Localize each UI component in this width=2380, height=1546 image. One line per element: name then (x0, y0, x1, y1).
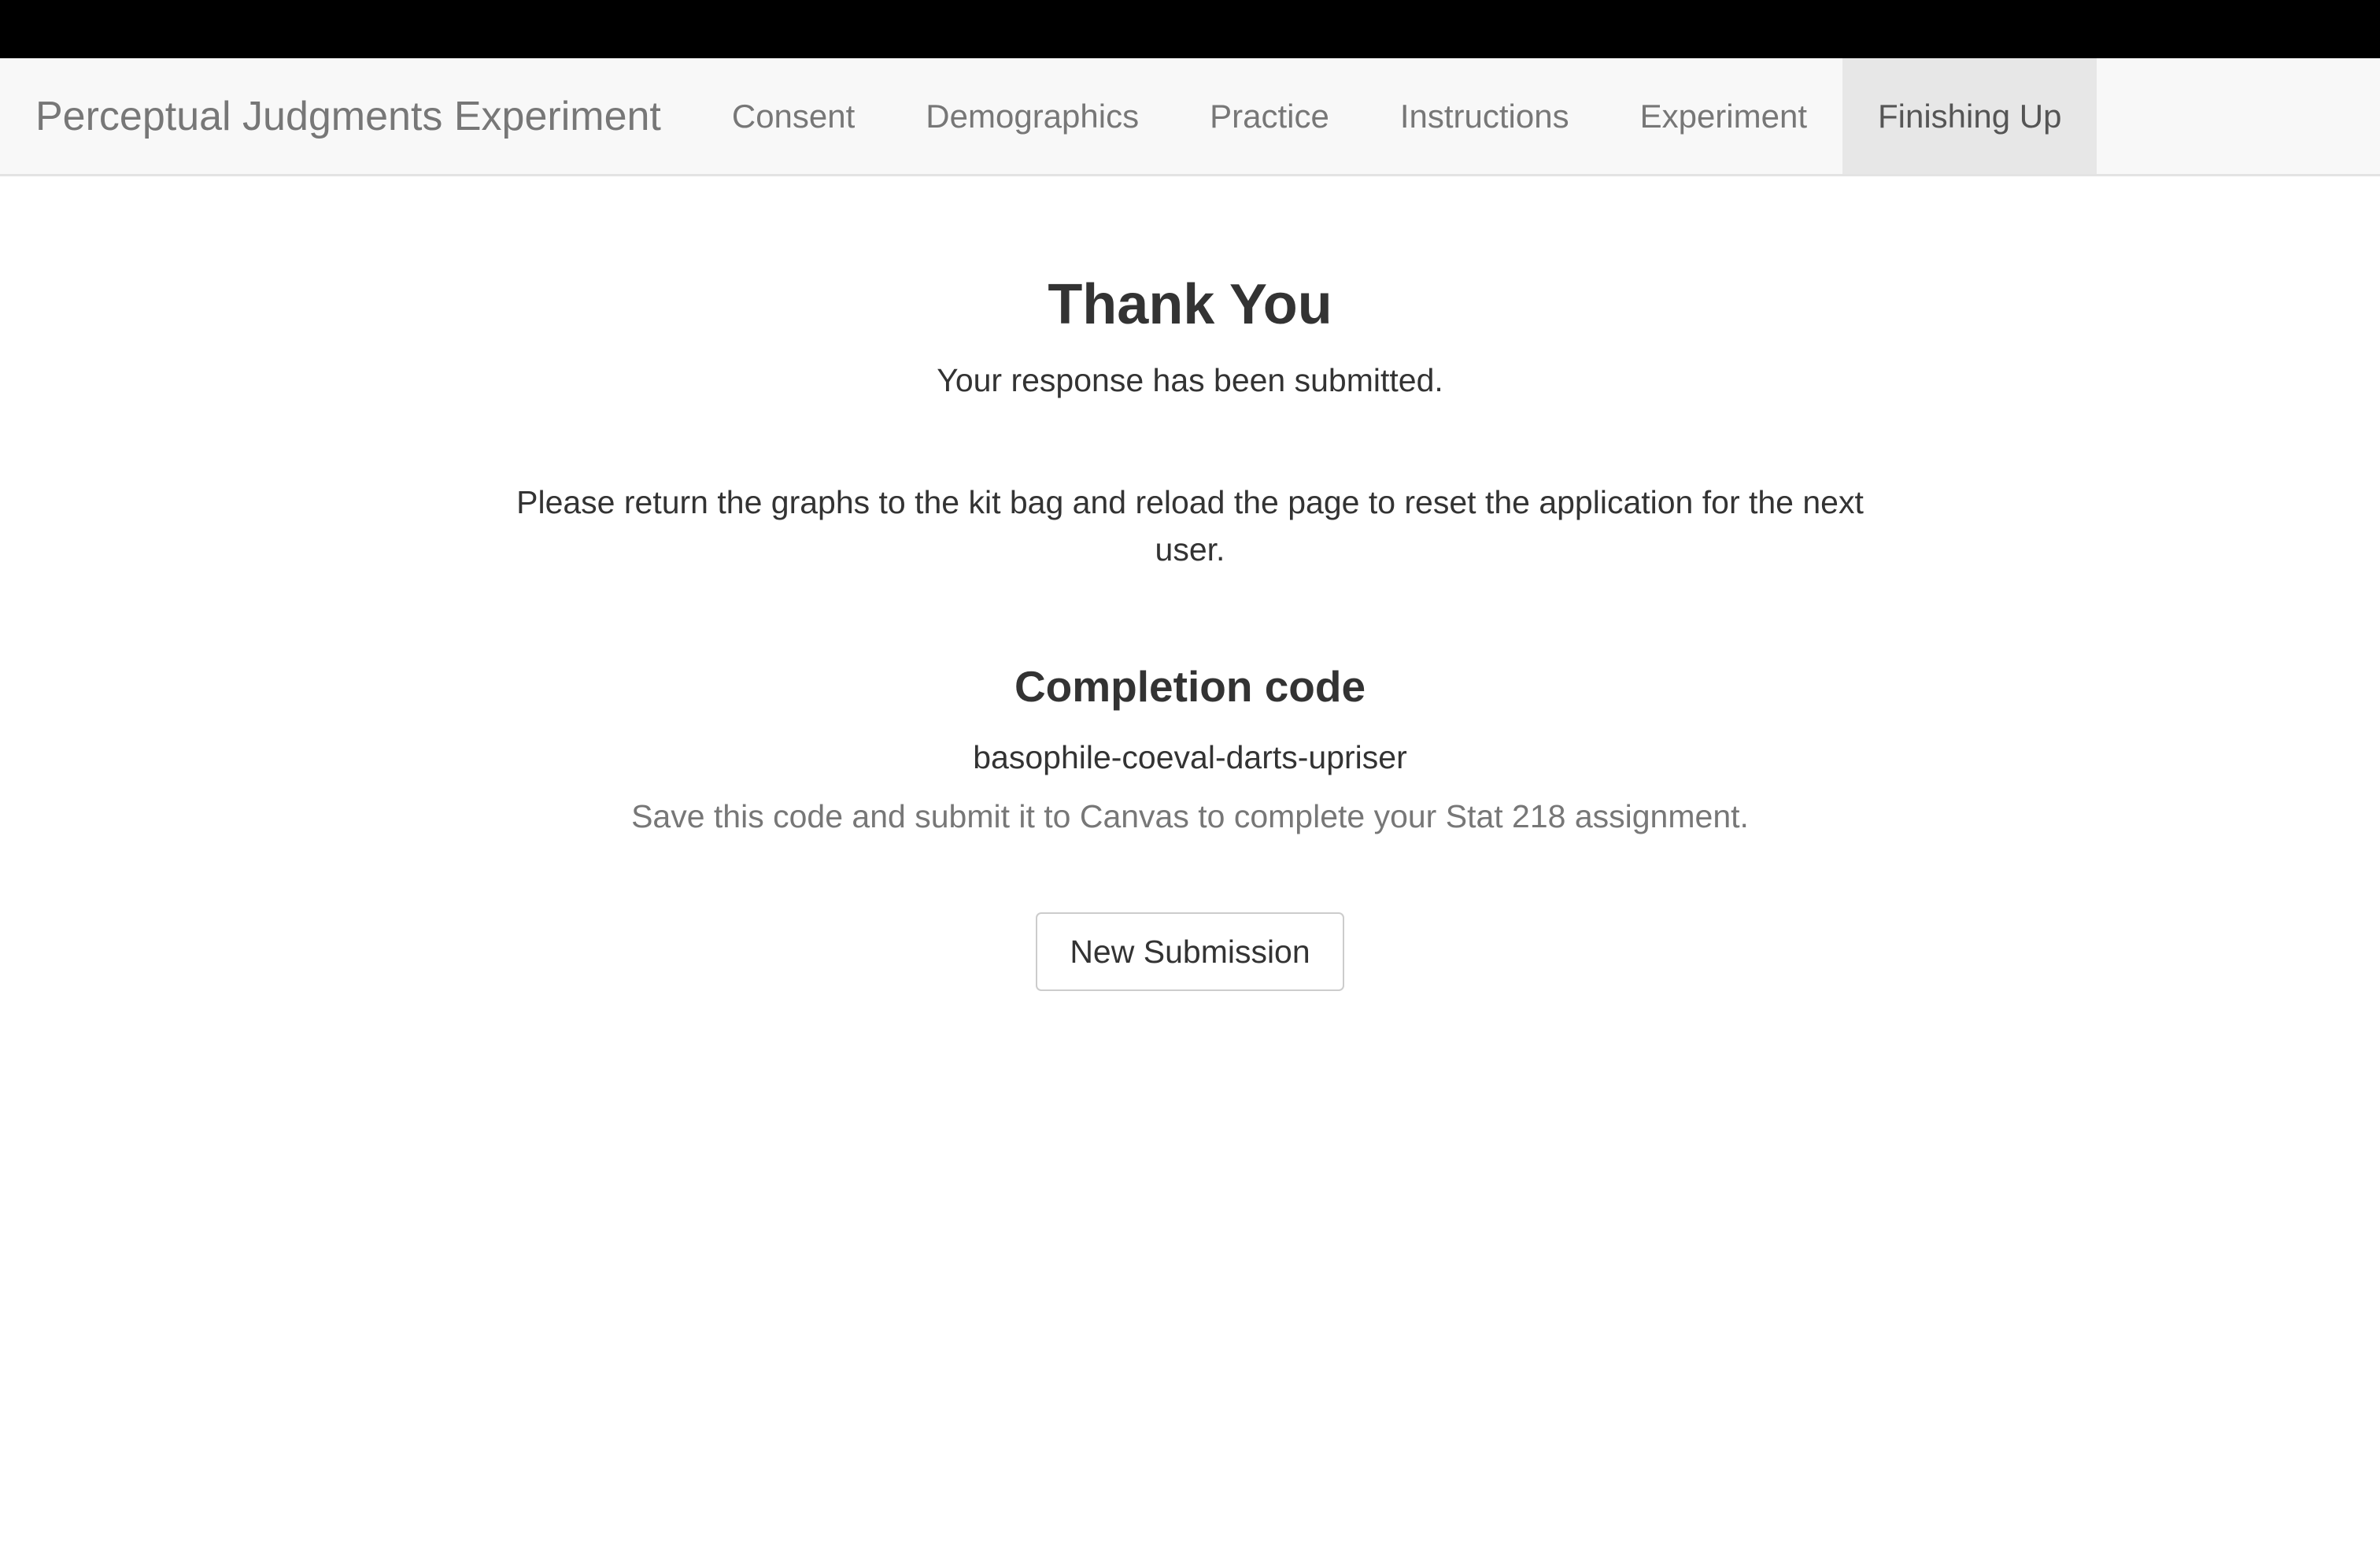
tab-demographics[interactable]: Demographics (890, 58, 1174, 174)
completion-code-help: Save this code and submit it to Canvas t… (631, 798, 1749, 834)
tab-finishing-up[interactable]: Finishing Up (1842, 58, 2097, 174)
navbar: Perceptual Judgments Experiment Consent … (0, 58, 2380, 176)
page-title: Thank You (1048, 273, 1332, 336)
tab-consent[interactable]: Consent (697, 58, 890, 174)
completion-code-heading: Completion code (1014, 662, 1366, 711)
return-instructions: Please return the graphs to the kit bag … (516, 484, 1864, 568)
completion-code-value: basophile-coeval-darts-upriser (973, 739, 1407, 775)
submission-confirmation: Your response has been submitted. (937, 362, 1443, 398)
nav-tabs: Consent Demographics Practice Instructio… (697, 58, 2097, 174)
browser-top-bar (0, 0, 2380, 58)
new-submission-button[interactable]: New Submission (1036, 912, 1344, 991)
tab-experiment[interactable]: Experiment (1605, 58, 1842, 174)
tab-instructions[interactable]: Instructions (1365, 58, 1605, 174)
navbar-brand[interactable]: Perceptual Judgments Experiment (0, 58, 697, 174)
tab-practice[interactable]: Practice (1174, 58, 1365, 174)
